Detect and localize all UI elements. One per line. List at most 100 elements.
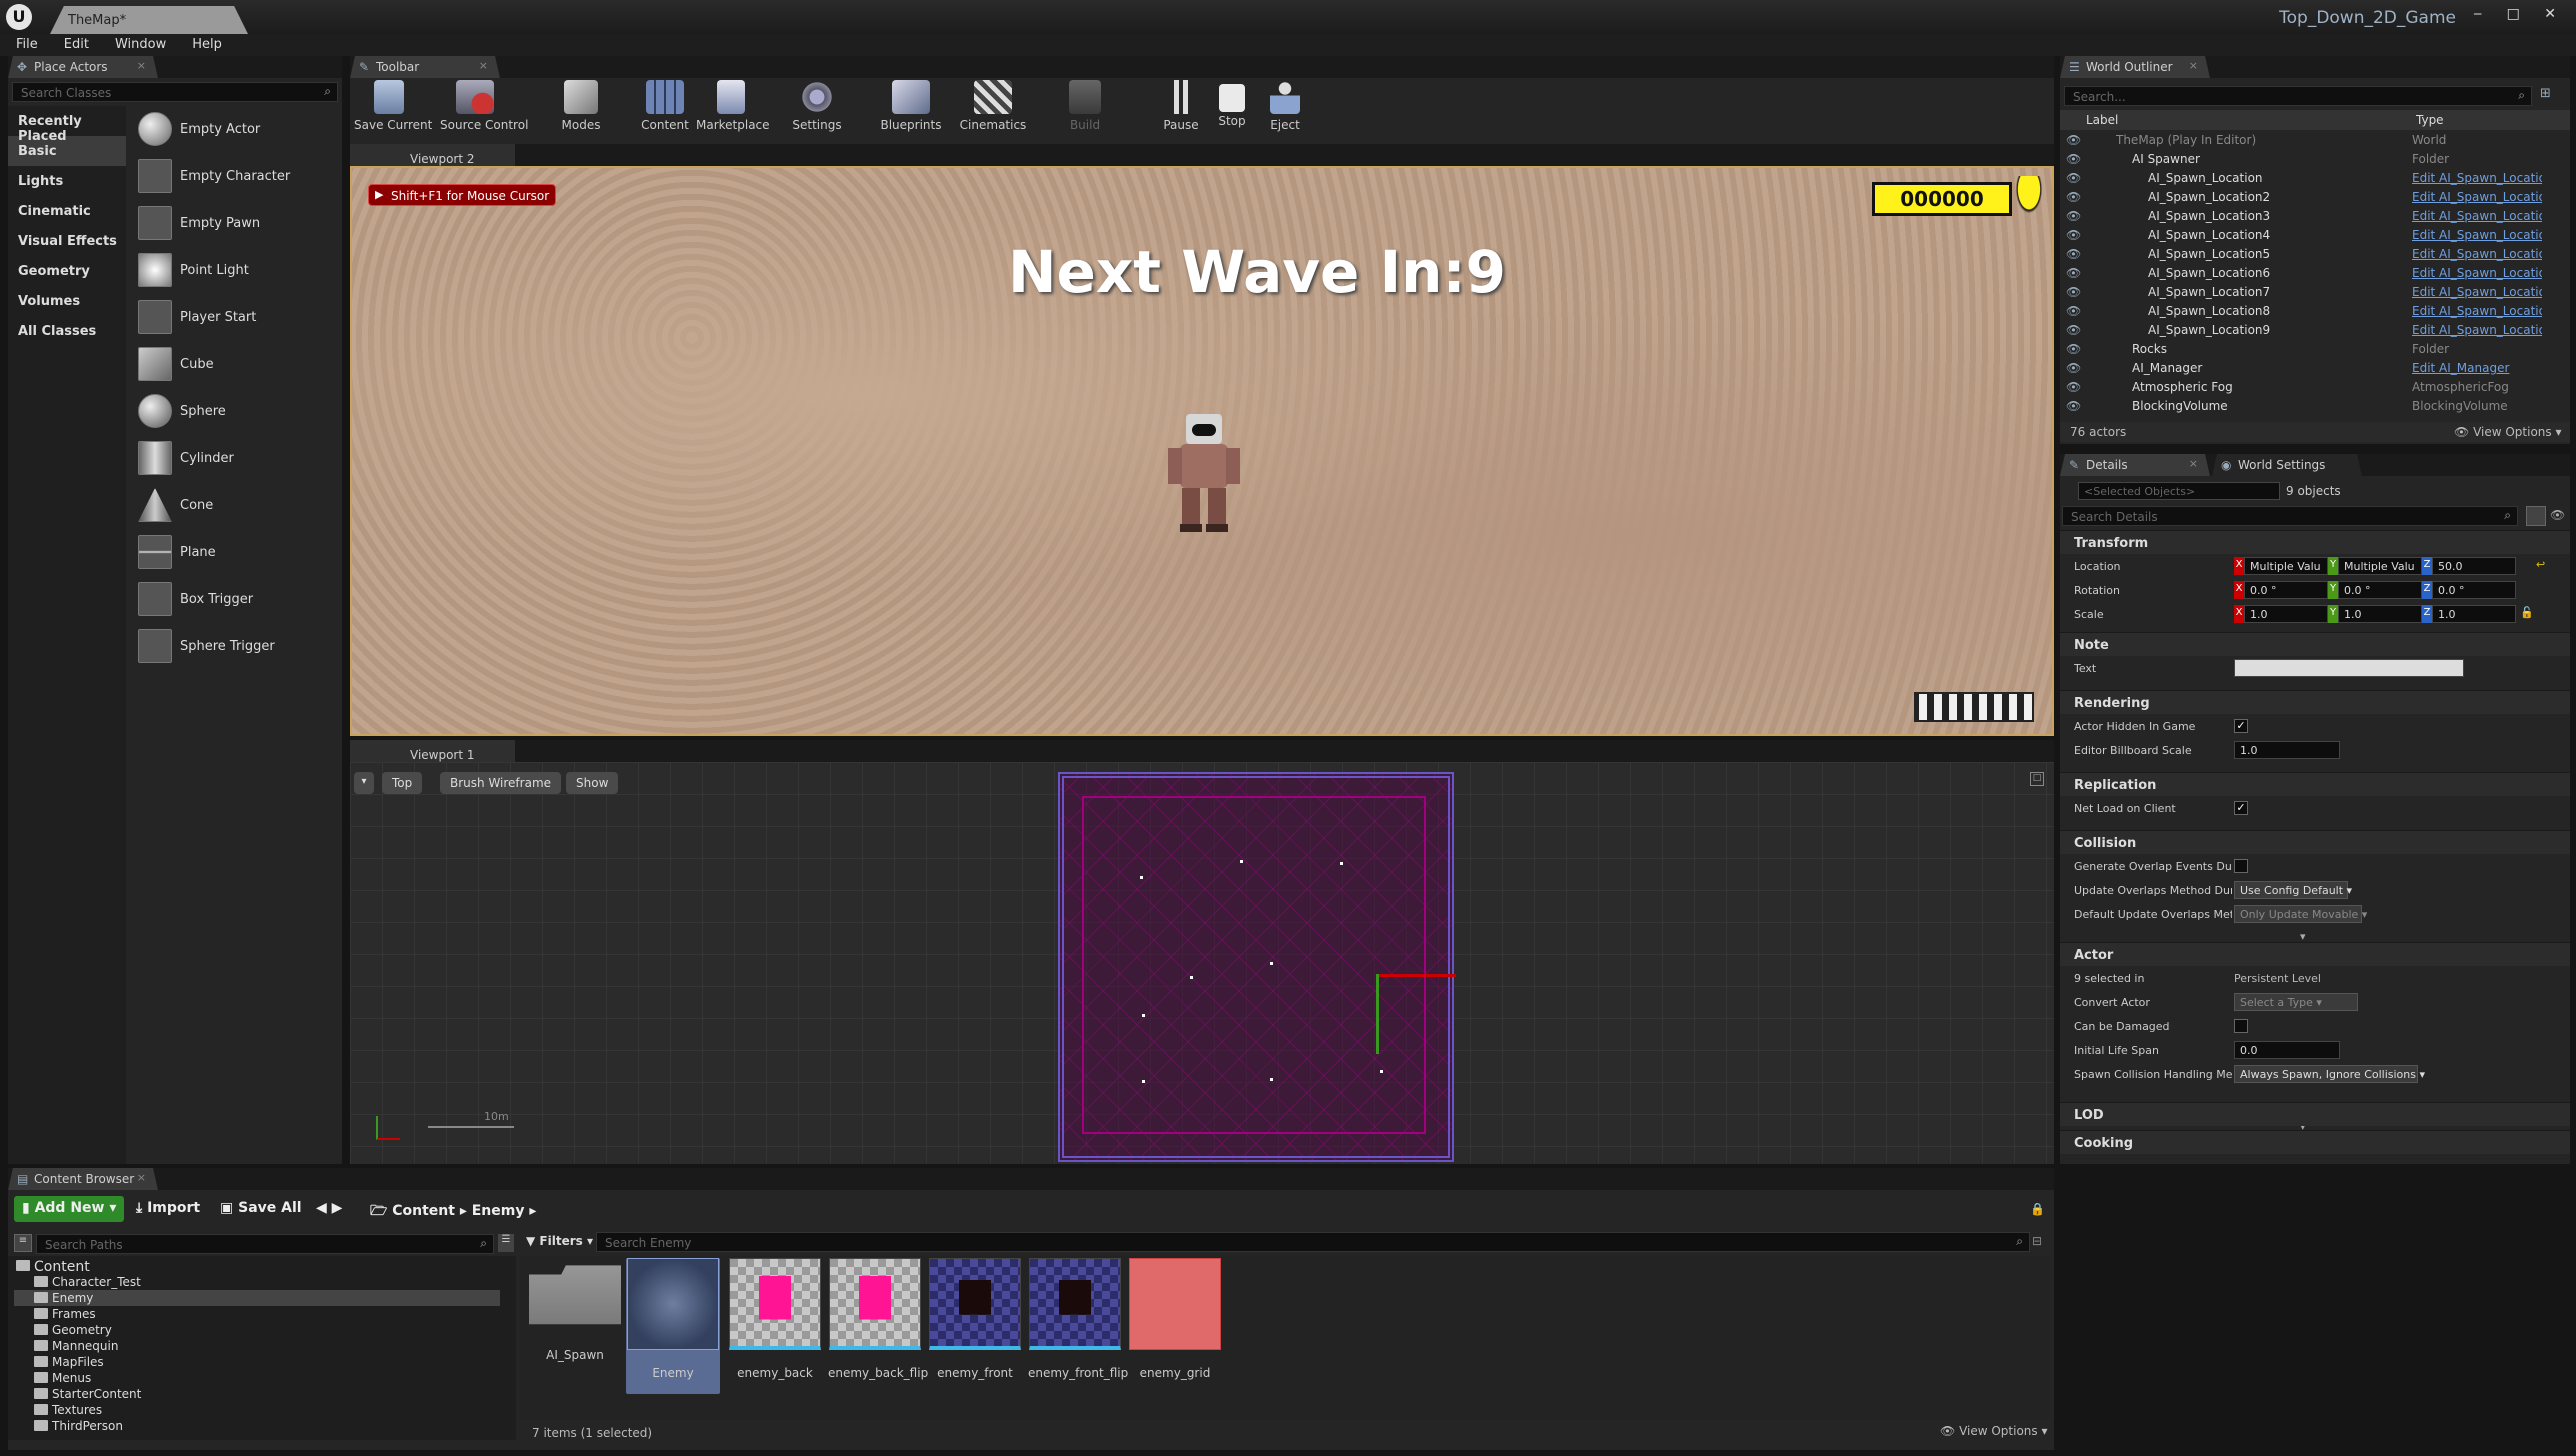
asset-enemy-front-flip[interactable]: enemy_front_flip	[1028, 1258, 1128, 1380]
cinematics-button[interactable]: Cinematics	[958, 80, 1028, 138]
location-y-field[interactable]: Multiple Valu	[2338, 557, 2422, 575]
outliner-row[interactable]: 👁 AI_Spawn_Location7 Edit AI_Spawn_Locatio	[0, 283, 2576, 302]
visibility-eye-icon[interactable]: 👁	[2066, 171, 2081, 185]
convert-actor-dropdown[interactable]: Select a Type ▾	[2234, 993, 2358, 1011]
actor-hidden-checkbox[interactable]: ✓	[2234, 719, 2248, 733]
visibility-eye-icon[interactable]: 👁	[2066, 342, 2081, 356]
visibility-eye-icon[interactable]: 👁	[2066, 247, 2081, 261]
section-lod[interactable]: LOD	[2060, 1102, 2570, 1126]
outliner-search-input[interactable]: Search... ⌕	[2064, 86, 2532, 106]
close-icon[interactable]: ×	[2189, 457, 2198, 470]
asset-enemy-grid[interactable]: enemy_grid	[1128, 1258, 1222, 1380]
tab-world-outliner[interactable]: ☰ World Outliner ×	[2060, 56, 2210, 78]
content-button[interactable]: Content	[630, 80, 700, 138]
section-collision[interactable]: Collision	[2060, 830, 2570, 854]
menu-edit[interactable]: Edit	[48, 34, 99, 52]
section-transform[interactable]: Transform	[2060, 530, 2570, 554]
folder-tree-item[interactable]: Textures	[0, 1402, 520, 1418]
menu-file[interactable]: File	[0, 34, 48, 52]
tab-world-settings[interactable]: ◉ World Settings	[2212, 454, 2362, 476]
folder-tree-item[interactable]: Menus	[0, 1370, 520, 1386]
modes-button[interactable]: Modes	[546, 80, 616, 138]
can-be-damaged-checkbox[interactable]	[2234, 1019, 2248, 1033]
rotation-z-field[interactable]: 0.0 °	[2432, 581, 2516, 599]
outliner-row[interactable]: 👁 AI_Spawn_Location9 Edit AI_Spawn_Locatio	[0, 321, 2576, 340]
visibility-eye-icon[interactable]: 👁	[2066, 152, 2081, 166]
outliner-row[interactable]: 👁 Rocks Folder	[0, 340, 2576, 359]
folder-tree-item[interactable]: MapFiles	[0, 1354, 520, 1370]
visibility-eye-icon[interactable]: 👁	[2066, 133, 2081, 147]
lock-icon[interactable]: 🔓	[2520, 606, 2534, 619]
lock-icon[interactable]: 🔒	[2030, 1202, 2045, 1216]
save-current-button[interactable]: Save Current	[354, 80, 432, 138]
path-view-options-icon[interactable]: ☰	[498, 1234, 514, 1252]
eye-icon[interactable]: 👁	[2550, 508, 2565, 522]
tab-content-browser[interactable]: ▤ Content Browser ×	[8, 1168, 158, 1190]
folder-tree-item[interactable]: Mannequin	[0, 1338, 520, 1354]
search-paths-input[interactable]: Search Paths ⌕	[36, 1234, 494, 1254]
folder-tree-item[interactable]: Geometry	[0, 1322, 520, 1338]
search-classes-input[interactable]: Search Classes ⌕	[12, 82, 338, 102]
asset-enemy-back-flip[interactable]: enemy_back_flip	[828, 1258, 928, 1380]
net-load-checkbox[interactable]: ✓	[2234, 801, 2248, 815]
window-controls[interactable]: ‒ □ ✕	[2473, 6, 2566, 22]
outliner-row[interactable]: 👁 AI_Spawn_Location5 Edit AI_Spawn_Locatio	[0, 245, 2576, 264]
visibility-eye-icon[interactable]: 👁	[2066, 228, 2081, 242]
settings-button[interactable]: Settings	[782, 80, 852, 138]
outliner-row[interactable]: 👁 AI_Spawn_Location4 Edit AI_Spawn_Locatio	[0, 226, 2576, 245]
menu-window[interactable]: Window	[99, 34, 176, 52]
folder-tree-item[interactable]: Frames	[0, 1306, 520, 1322]
build-button[interactable]: Build	[1050, 80, 1120, 138]
edit-blueprint-link[interactable]: Edit AI_Spawn_Locatio	[2412, 266, 2542, 280]
edit-blueprint-link[interactable]: Edit AI_Spawn_Locatio	[2412, 171, 2542, 185]
visibility-eye-icon[interactable]: 👁	[2066, 323, 2081, 337]
document-tab[interactable]: TheMap*	[50, 6, 248, 34]
save-all-button[interactable]: ▣ Save All	[212, 1196, 310, 1222]
section-replication[interactable]: Replication	[2060, 772, 2570, 796]
close-icon[interactable]: ×	[479, 59, 488, 72]
outliner-row[interactable]: 👁 TheMap (Play In Editor) World	[0, 131, 2576, 150]
visibility-eye-icon[interactable]: 👁	[2066, 285, 2081, 299]
default-update-dropdown[interactable]: Only Update Movable ▾	[2234, 905, 2367, 923]
folder-tree-item[interactable]: Character_Test	[0, 1274, 520, 1290]
edit-blueprint-link[interactable]: Edit AI_Spawn_Locatio	[2412, 285, 2542, 299]
eject-button[interactable]: Eject	[1250, 80, 1320, 138]
sources-toggle-icon[interactable]: ≡	[14, 1234, 32, 1252]
source-control-button[interactable]: Source Control	[440, 80, 528, 138]
blueprints-button[interactable]: Blueprints	[876, 80, 946, 138]
reset-arrow-icon[interactable]: ↩	[2536, 558, 2545, 571]
breadcrumb-enemy[interactable]: Enemy	[472, 1203, 525, 1219]
breadcrumb-content[interactable]: Content	[392, 1203, 455, 1219]
tab-details[interactable]: ✎ Details ×	[2060, 454, 2210, 476]
edit-blueprint-link[interactable]: Edit AI_Spawn_Locatio	[2412, 209, 2542, 223]
visibility-eye-icon[interactable]: 👁	[2066, 266, 2081, 280]
life-span-field[interactable]: 0.0	[2234, 1041, 2340, 1059]
edit-blueprint-link[interactable]: Edit AI_Spawn_Locatio	[2412, 190, 2542, 204]
close-icon[interactable]: ×	[137, 1171, 146, 1184]
add-folder-icon[interactable]: ⊞	[2540, 86, 2551, 101]
billboard-scale-field[interactable]: 1.0	[2234, 741, 2340, 759]
outliner-row[interactable]: 👁 AI_Manager Edit AI_Manager	[0, 359, 2576, 378]
section-note[interactable]: Note	[2060, 632, 2570, 656]
filters-button[interactable]: ▼ Filters ▾	[526, 1232, 593, 1252]
visibility-eye-icon[interactable]: 👁	[2066, 361, 2081, 375]
actor-cylinder[interactable]: Cylinder	[130, 435, 342, 482]
close-icon[interactable]: ×	[2189, 59, 2198, 72]
update-method-dropdown[interactable]: Use Config Default ▾	[2234, 881, 2352, 899]
prop-label[interactable]: Scale	[2074, 608, 2232, 621]
prop-label[interactable]: Location	[2074, 560, 2232, 573]
column-type[interactable]: Type	[2416, 113, 2444, 127]
visibility-eye-icon[interactable]: 👁	[2066, 399, 2081, 413]
asset-enemy-blueprint[interactable]: Enemy	[626, 1258, 720, 1394]
actor-cone[interactable]: Cone	[130, 482, 342, 529]
search-assets-input[interactable]: Search Enemy ⌕	[596, 1232, 2030, 1252]
outliner-row[interactable]: 👁 BlockingVolume BlockingVolume	[0, 397, 2576, 416]
outliner-row[interactable]: 👁 AI_Spawn_Location3 Edit AI_Spawn_Locatio	[0, 207, 2576, 226]
outliner-row[interactable]: 👁 AI Spawner Folder	[0, 150, 2576, 169]
menu-help[interactable]: Help	[176, 34, 232, 52]
edit-blueprint-link[interactable]: Edit AI_Spawn_Locatio	[2412, 304, 2542, 318]
scale-z-field[interactable]: 1.0	[2432, 605, 2516, 623]
edit-blueprint-link[interactable]: Edit AI_Spawn_Locatio	[2412, 228, 2542, 242]
rotation-x-field[interactable]: 0.0 °	[2244, 581, 2328, 599]
grid-view-icon[interactable]	[2526, 506, 2546, 526]
